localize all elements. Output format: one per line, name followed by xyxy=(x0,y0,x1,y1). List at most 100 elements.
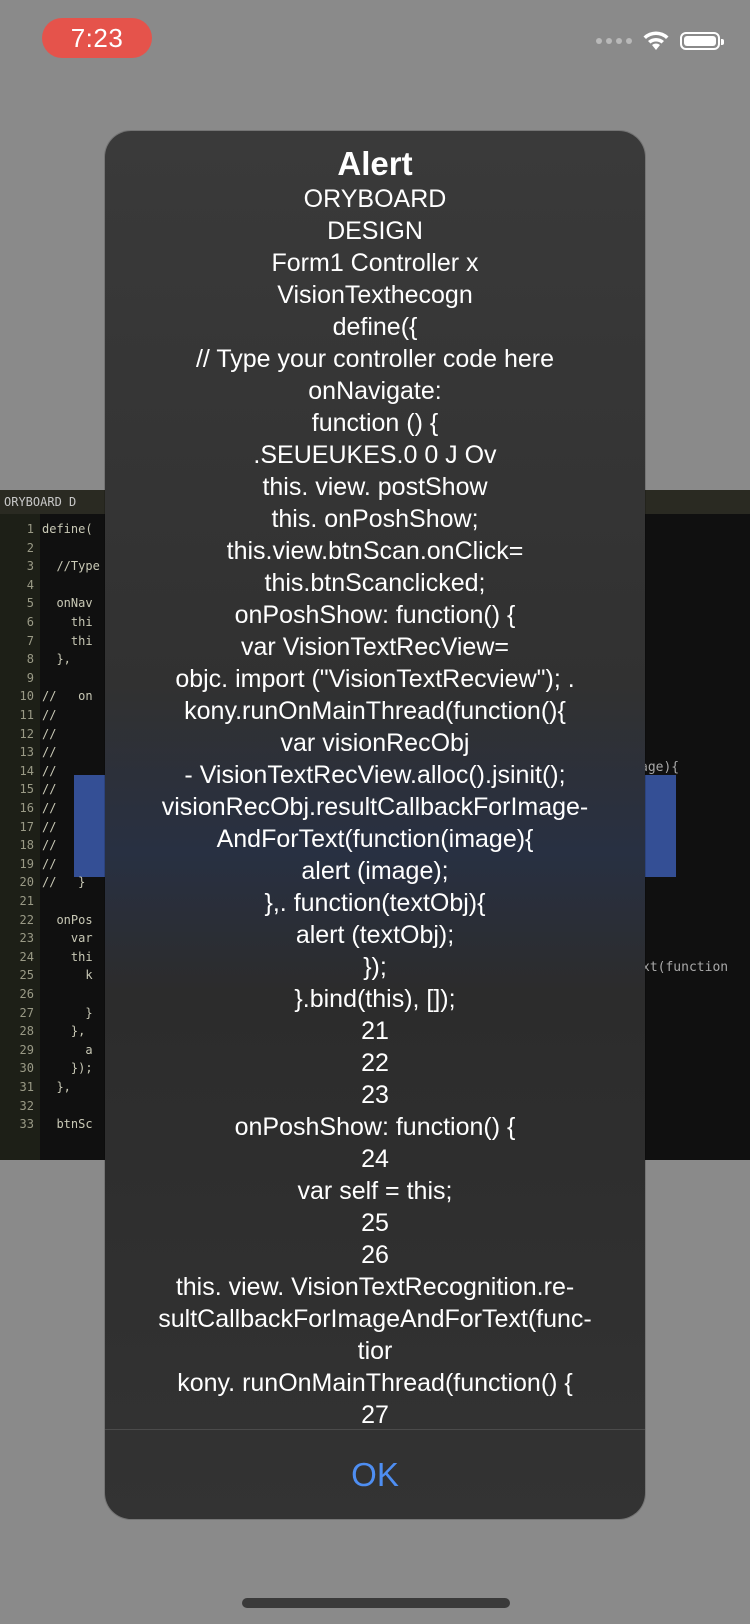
line-number: 32 xyxy=(19,1098,34,1113)
code-text: onPos xyxy=(42,912,93,927)
alert-message-line: ORYBOARD xyxy=(303,185,447,213)
line-number: 1 xyxy=(26,522,34,536)
line-number: 8 xyxy=(26,652,34,667)
line-number: 20 xyxy=(19,875,34,890)
editor-code-line: 6 thi xyxy=(0,615,93,629)
alert-message-line: sultCallbackForImageAndForText(func- xyxy=(158,1305,592,1333)
alert-message-line: onPoshShow: function() { xyxy=(234,1113,516,1141)
alert-message-line: },. function(textObj){ xyxy=(264,889,486,917)
code-text: a xyxy=(42,1042,93,1057)
line-number: 31 xyxy=(19,1080,34,1094)
editor-code-line: 19 // xyxy=(0,856,57,871)
code-text: }, xyxy=(42,1080,71,1094)
code-text: thi xyxy=(42,633,93,648)
alert-message-line: var VisionTextRecView= xyxy=(241,633,509,661)
line-number: 27 xyxy=(19,1005,34,1020)
line-number: 22 xyxy=(19,912,34,927)
code-text: // xyxy=(42,782,57,797)
code-text: thi xyxy=(42,949,93,964)
code-text: // xyxy=(42,726,57,741)
alert-message-line: 23 xyxy=(361,1081,389,1109)
alert-message-line: objc. import ("VisionTextRecview"); . xyxy=(175,665,575,693)
code-text: onNav xyxy=(42,596,93,611)
home-indicator[interactable] xyxy=(242,1598,510,1608)
line-number: 10 xyxy=(19,689,34,704)
code-text: // on xyxy=(42,689,93,704)
line-number: 23 xyxy=(19,931,34,946)
editor-code-line: 24 thi xyxy=(0,950,93,964)
alert-message-line: kony.runOnMainThread(function(){ xyxy=(184,697,566,725)
editor-code-line: 5 onNav xyxy=(0,596,93,610)
line-number: 16 xyxy=(19,801,34,815)
code-text: }, xyxy=(42,1024,86,1039)
alert-message-line: .SEUEUKES.0 0 J Ov xyxy=(253,441,497,469)
ok-button[interactable]: OK xyxy=(105,1430,645,1519)
code-text: // xyxy=(42,745,57,760)
alert-message-line: 26 xyxy=(361,1241,389,1269)
alert-message-line: this.view.btnScan.onClick= xyxy=(226,537,524,565)
editor-code-line: 14 // xyxy=(0,763,57,778)
line-number: 26 xyxy=(19,987,34,1001)
code-text: // xyxy=(42,708,57,722)
line-number: 3 xyxy=(26,559,34,574)
editor-code-line: 29 a xyxy=(0,1043,93,1057)
line-number: 4 xyxy=(26,577,34,592)
alert-dialog: Alert ORYBOARD DESIGN Form1 Controller x Vi… xyxy=(105,131,645,1519)
editor-code-line: 1 define( xyxy=(0,522,93,536)
line-number: 30 xyxy=(19,1061,34,1076)
alert-message-line: AndForText(function(image){ xyxy=(216,825,534,853)
line-number: 18 xyxy=(19,838,34,853)
line-number: 7 xyxy=(26,633,34,648)
editor-code-line: 21 xyxy=(0,894,42,908)
alert-message-line: 22 xyxy=(361,1049,389,1077)
editor-code-line: 25 k xyxy=(0,968,93,982)
code-text: thi xyxy=(42,615,93,629)
code-text: // xyxy=(42,838,57,853)
line-number: 11 xyxy=(19,708,34,722)
alert-message-line: alert (textObj); xyxy=(295,921,455,949)
line-number: 15 xyxy=(19,782,34,797)
editor-code-line: 17 // xyxy=(0,819,57,834)
alert-message-line: }.bind(this), []); xyxy=(294,985,456,1013)
editor-code-line: 16 // xyxy=(0,801,57,815)
alert-message-line: onNavigate: xyxy=(308,377,442,405)
editor-code-line: 27 } xyxy=(0,1006,93,1020)
editor-code-line: 3 //Type xyxy=(0,559,100,573)
line-number: 9 xyxy=(26,670,34,685)
line-number: 12 xyxy=(19,726,34,741)
editor-code-line: 33 btnSc xyxy=(0,1117,93,1131)
status-time: 7:23 xyxy=(42,18,152,58)
editor-code-line: 32 xyxy=(0,1099,42,1113)
editor-code-line: 28 }, xyxy=(0,1024,86,1039)
alert-message-line: onPoshShow: function() { xyxy=(234,601,516,629)
editor-snippet: age){ xyxy=(640,760,680,775)
alert-message-line: define({ xyxy=(332,313,418,341)
code-text: define( xyxy=(42,522,93,536)
alert-title: Alert xyxy=(337,145,413,182)
line-number: 14 xyxy=(19,763,34,778)
code-text: //Type xyxy=(42,559,100,574)
code-text: // xyxy=(42,819,57,834)
alert-message-line: - VisionTextRecView.alloc().jsinit(); xyxy=(184,761,566,789)
editor-code-line: 23 var xyxy=(0,931,93,945)
alert-content: Alert ORYBOARD DESIGN Form1 Controller x Vi… xyxy=(105,131,645,1429)
editor-snippet: xt(function xyxy=(642,960,729,975)
status-indicators xyxy=(596,30,724,52)
alert-message-line: this. view. VisionTextRecognition.re- xyxy=(175,1273,575,1301)
line-number: 5 xyxy=(26,596,34,611)
editor-code-line: 13 // xyxy=(0,745,57,760)
line-number: 17 xyxy=(19,819,34,834)
code-text: // xyxy=(42,763,57,778)
alert-message-line: kony. runOnMainThread(function() { xyxy=(177,1369,573,1397)
line-number: 24 xyxy=(19,949,34,964)
line-number: 29 xyxy=(19,1042,34,1057)
editor-code-line: 15 // xyxy=(0,782,57,797)
code-text: // } xyxy=(42,875,86,890)
line-number: 21 xyxy=(19,894,34,908)
alert-message-line: this. view. postShow xyxy=(262,473,488,501)
code-text: var xyxy=(42,931,93,946)
editor-code-line: 2 xyxy=(0,541,42,555)
line-number: 19 xyxy=(19,856,34,871)
code-text: btnSc xyxy=(42,1117,93,1132)
editor-code-line: 12 // xyxy=(0,726,57,741)
